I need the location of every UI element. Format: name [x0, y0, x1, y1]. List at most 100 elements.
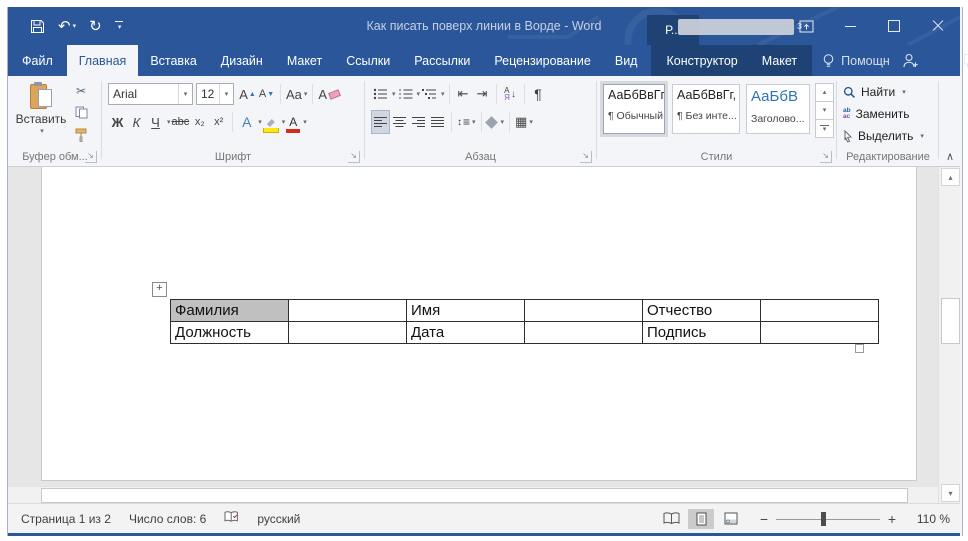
change-case-button[interactable]: Aa▾ — [286, 83, 307, 105]
word-count[interactable]: Число слов: 6 — [129, 512, 206, 526]
zoom-slider-thumb[interactable] — [821, 512, 826, 526]
share-sign-in-icon[interactable] — [890, 45, 931, 76]
show-marks-button[interactable]: ¶ — [530, 83, 547, 105]
comments-icon[interactable] — [951, 45, 968, 76]
close-button[interactable] — [916, 7, 960, 45]
scroll-up-arrow[interactable]: ▴ — [941, 168, 960, 186]
styles-scroll-up-button[interactable]: ▴ — [815, 83, 834, 102]
table-cell[interactable]: Должность — [171, 322, 289, 344]
bullets-button[interactable] — [372, 83, 389, 105]
proofing-icon[interactable] — [224, 511, 239, 526]
horizontal-scrollbar-thumb[interactable] — [41, 488, 908, 503]
text-effects-button[interactable]: А — [238, 111, 255, 133]
sort-button[interactable]: АЯ ↓ — [502, 83, 519, 105]
table-cell[interactable]: Отчество — [643, 300, 761, 322]
table-cell[interactable]: Дата — [407, 322, 525, 344]
styles-gallery-more-button[interactable]: ▾ — [815, 119, 834, 138]
highlight-color-button[interactable] — [263, 111, 279, 133]
increase-indent-button[interactable]: ⇥ — [474, 83, 491, 105]
paste-button[interactable]: Вставить ▾ — [14, 80, 68, 154]
tab-home[interactable]: Главная — [67, 45, 139, 76]
page-indicator[interactable]: Страница 1 из 2 — [21, 512, 111, 526]
read-mode-button[interactable] — [658, 509, 684, 529]
table-cell[interactable] — [761, 300, 879, 322]
align-left-button[interactable] — [372, 111, 389, 133]
tab-references[interactable]: Ссылки — [334, 45, 402, 76]
align-center-button[interactable] — [391, 111, 408, 133]
scroll-down-arrow[interactable]: ▾ — [941, 484, 960, 502]
clipboard-dialog-launcher[interactable]: ↘ — [85, 151, 97, 163]
language-indicator[interactable]: русский — [257, 512, 300, 526]
format-painter-button[interactable] — [70, 126, 92, 143]
ribbon-display-options-button[interactable] — [784, 7, 828, 45]
tell-me-assistant[interactable]: Помощн — [822, 45, 890, 76]
table-cell[interactable] — [525, 322, 643, 344]
select-button[interactable]: Выделить▾ — [843, 126, 924, 146]
replace-button[interactable]: abac Заменить — [843, 104, 910, 124]
table-move-handle[interactable]: + — [152, 282, 167, 297]
line-spacing-button[interactable]: ↕≡▾ — [457, 111, 476, 133]
tab-design[interactable]: Дизайн — [209, 45, 275, 76]
grow-font-button[interactable]: А▲ — [239, 83, 256, 105]
table-cell[interactable]: Имя — [407, 300, 525, 322]
table-resize-handle[interactable] — [855, 344, 864, 353]
table-cell[interactable] — [525, 300, 643, 322]
tab-table-layout[interactable]: Макет — [750, 45, 809, 76]
redo-button[interactable]: ↻ — [89, 19, 102, 34]
vertical-scrollbar-thumb[interactable] — [941, 298, 960, 344]
table-cell[interactable] — [289, 300, 407, 322]
horizontal-scrollbar[interactable] — [8, 486, 939, 503]
undo-button[interactable]: ↶▾ — [58, 19, 76, 34]
styles-scroll-down-button[interactable]: ▾ — [815, 101, 834, 120]
tab-insert[interactable]: Вставка — [138, 45, 208, 76]
numbering-button[interactable] — [397, 83, 414, 105]
table-cell[interactable]: Фамилия — [171, 300, 289, 322]
find-button[interactable]: Найти▾ — [843, 82, 906, 102]
font-dialog-launcher[interactable]: ↘ — [348, 151, 360, 163]
decrease-indent-button[interactable]: ⇤ — [455, 83, 472, 105]
tab-table-design[interactable]: Конструктор — [654, 45, 749, 76]
align-right-button[interactable] — [410, 111, 427, 133]
underline-button[interactable]: Ч — [147, 111, 164, 133]
customize-qat-button[interactable]: ▾ — [115, 21, 123, 32]
table-cell[interactable]: Подпись — [643, 322, 761, 344]
cut-button[interactable]: ✂ — [70, 82, 92, 99]
tab-file[interactable]: Файл — [8, 45, 67, 76]
minimize-button[interactable] — [828, 7, 872, 45]
zoom-out-button[interactable]: − — [758, 511, 770, 527]
save-icon[interactable] — [30, 19, 45, 34]
tab-layout[interactable]: Макет — [275, 45, 334, 76]
styles-dialog-launcher[interactable]: ↘ — [820, 151, 832, 163]
multilevel-list-button[interactable] — [421, 83, 438, 105]
web-layout-button[interactable] — [718, 509, 744, 529]
copy-button[interactable] — [70, 104, 92, 121]
justify-button[interactable] — [429, 111, 446, 133]
font-color-button[interactable]: А — [286, 111, 300, 133]
superscript-button[interactable]: х² — [210, 111, 227, 133]
bold-button[interactable]: Ж — [109, 111, 126, 133]
document-page[interactable]: + Фамилия Имя Отчество Должность Дата По… — [41, 167, 917, 481]
print-layout-button[interactable] — [688, 509, 714, 529]
shrink-font-button[interactable]: А▼ — [258, 83, 275, 105]
table-cell[interactable] — [761, 322, 879, 344]
borders-button[interactable]: ▦▾ — [515, 111, 533, 133]
zoom-in-button[interactable]: + — [886, 511, 898, 527]
zoom-level[interactable]: 110 % — [904, 512, 950, 526]
zoom-slider[interactable] — [776, 511, 880, 527]
tab-mailings[interactable]: Рассылки — [402, 45, 482, 76]
style-card-no-spacing[interactable]: АаБбВвГг, ¶ Без инте... — [672, 84, 740, 134]
shading-button[interactable]: ▾ — [487, 111, 505, 133]
subscript-button[interactable]: х₂ — [191, 111, 208, 133]
tab-review[interactable]: Рецензирование — [482, 45, 603, 76]
strikethrough-button[interactable]: abc — [172, 111, 190, 133]
maximize-button[interactable] — [872, 7, 916, 45]
font-size-combo[interactable]: 12▾ — [196, 83, 234, 105]
tab-view[interactable]: Вид — [603, 45, 650, 76]
paragraph-dialog-launcher[interactable]: ↘ — [580, 151, 592, 163]
collapse-ribbon-button[interactable]: ∧ — [946, 150, 954, 163]
vertical-scrollbar[interactable]: ▴ ▾ — [938, 167, 960, 503]
table-cell[interactable] — [289, 322, 407, 344]
clear-formatting-button[interactable]: А — [318, 83, 340, 105]
style-card-normal[interactable]: АаБбВвГг, ¶ Обычный — [600, 81, 668, 137]
font-name-combo[interactable]: Arial▾ — [108, 83, 193, 105]
